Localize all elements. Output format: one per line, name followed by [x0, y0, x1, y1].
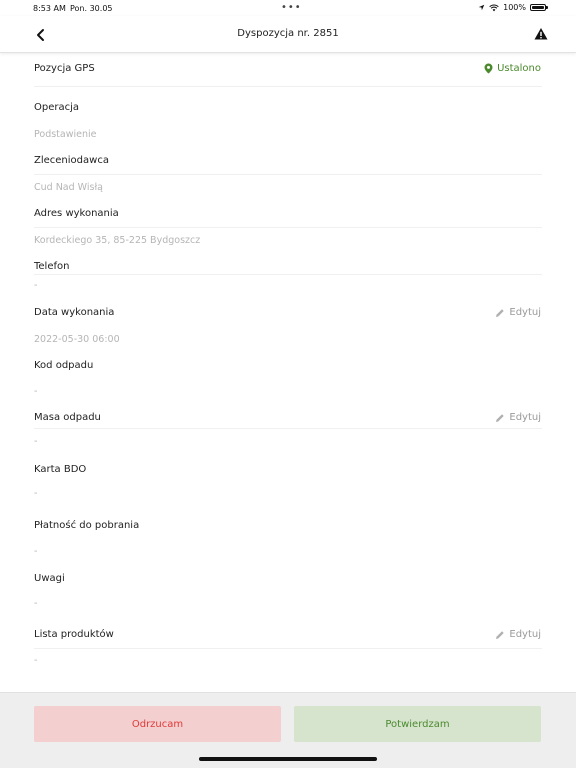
wifi-icon: [489, 4, 499, 11]
field-label: Operacja: [34, 102, 80, 113]
field-value: Cud Nad Wisłą: [34, 182, 103, 193]
field-value: -: [34, 386, 38, 397]
pencil-icon: [496, 308, 505, 317]
field-label: Telefon: [34, 261, 70, 272]
field-label: Masa odpadu: [34, 412, 101, 423]
field-label: Lista produktów: [34, 629, 114, 640]
field-label: Uwagi: [34, 573, 65, 584]
page-title: Dyspozycja nr. 2851: [237, 28, 339, 39]
field-label: Kod odpadu: [34, 360, 94, 371]
warning-triangle-icon[interactable]: [534, 27, 548, 41]
field-label: Płatność do pobrania: [34, 520, 140, 531]
multitasking-dots-icon[interactable]: •••: [281, 2, 302, 13]
divider: [34, 274, 542, 275]
edit-mass-button[interactable]: Edytuj: [495, 412, 541, 423]
divider: [34, 227, 542, 228]
field-label: Adres wykonania: [34, 208, 119, 219]
edit-label: Edytuj: [509, 307, 541, 318]
gps-label: Pozycja GPS: [34, 63, 95, 74]
field-value: Kordeckiego 35, 85-225 Bydgoszcz: [34, 235, 201, 246]
status-right: 100%: [478, 3, 548, 12]
status-bar: 8:53 AM Pon. 30.05 ••• 100%: [0, 0, 576, 16]
home-indicator[interactable]: [199, 757, 377, 761]
field-value: -: [34, 546, 38, 557]
battery-icon: [530, 4, 548, 11]
edit-label: Edytuj: [509, 412, 541, 423]
edit-products-button[interactable]: Edytuj: [495, 629, 541, 640]
confirm-button[interactable]: Potwierdzam: [294, 706, 541, 742]
location-arrow-icon: [478, 4, 485, 11]
status-date: Pon. 30.05: [70, 4, 113, 13]
gps-status-text: Ustalono: [497, 63, 541, 74]
pencil-icon: [496, 413, 505, 422]
divider: [34, 86, 542, 87]
divider: [34, 428, 542, 429]
field-value: -: [34, 655, 38, 666]
field-label: Karta BDO: [34, 464, 87, 475]
status-time: 8:53 AM: [33, 4, 66, 13]
edit-label: Edytuj: [509, 629, 541, 640]
field-label: Data wykonania: [34, 307, 115, 318]
field-value: -: [34, 280, 38, 291]
field-value: -: [34, 488, 38, 499]
nav-bar: Dyspozycja nr. 2851: [0, 16, 576, 53]
gps-status: Ustalono: [484, 63, 541, 74]
divider: [34, 174, 542, 175]
battery-percent: 100%: [503, 3, 526, 12]
divider: [34, 648, 542, 649]
reject-button[interactable]: Odrzucam: [34, 706, 281, 742]
field-value: Podstawienie: [34, 129, 97, 140]
field-label: Zleceniodawca: [34, 155, 109, 166]
pencil-icon: [496, 630, 505, 639]
field-value: 2022-05-30 06:00: [34, 334, 120, 345]
field-value: -: [34, 436, 38, 447]
field-value: -: [34, 598, 38, 609]
edit-date-button[interactable]: Edytuj: [495, 307, 541, 318]
location-pin-icon: [484, 63, 493, 74]
